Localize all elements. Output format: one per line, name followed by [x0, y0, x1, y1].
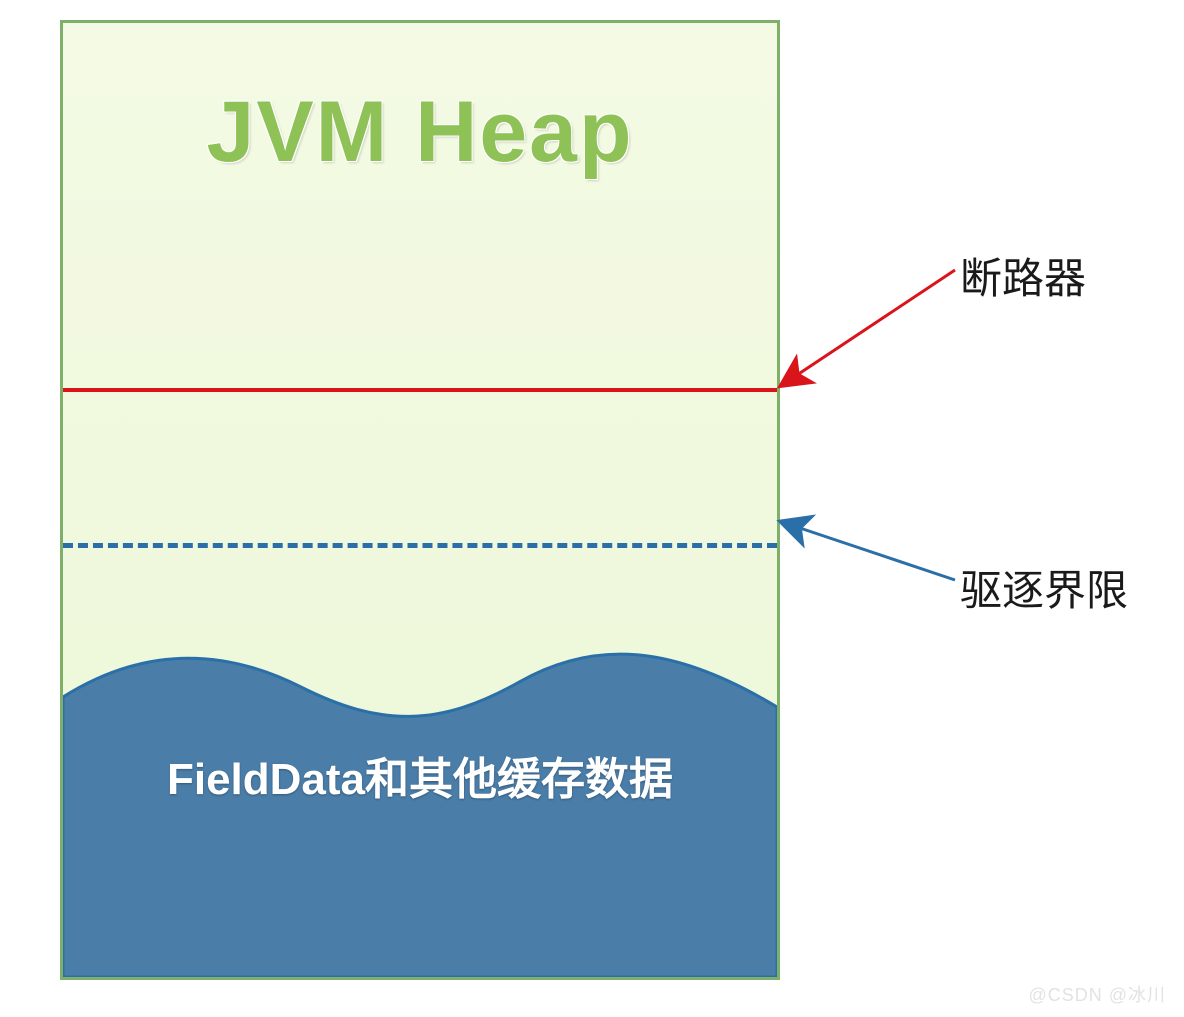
diagram-canvas: JVM Heap FieldData和其他缓存数据 断路器 驱逐界限 @CSDN… — [0, 0, 1184, 1017]
circuit-breaker-line — [63, 388, 777, 392]
label-eviction-limit: 驱逐界限 — [960, 557, 1128, 618]
eviction-limit-line — [63, 543, 777, 548]
label-circuit-breaker: 断路器 — [960, 245, 1086, 306]
watermark: @CSDN @冰川 — [1028, 981, 1166, 1007]
arrow-to-eviction — [760, 500, 970, 600]
arrow-to-breaker — [760, 250, 970, 410]
heap-title: JVM Heap — [63, 83, 777, 182]
cache-data-area: FieldData和其他缓存数据 — [63, 647, 777, 977]
jvm-heap-box: JVM Heap FieldData和其他缓存数据 — [60, 20, 780, 980]
cache-label: FieldData和其他缓存数据 — [63, 743, 777, 807]
